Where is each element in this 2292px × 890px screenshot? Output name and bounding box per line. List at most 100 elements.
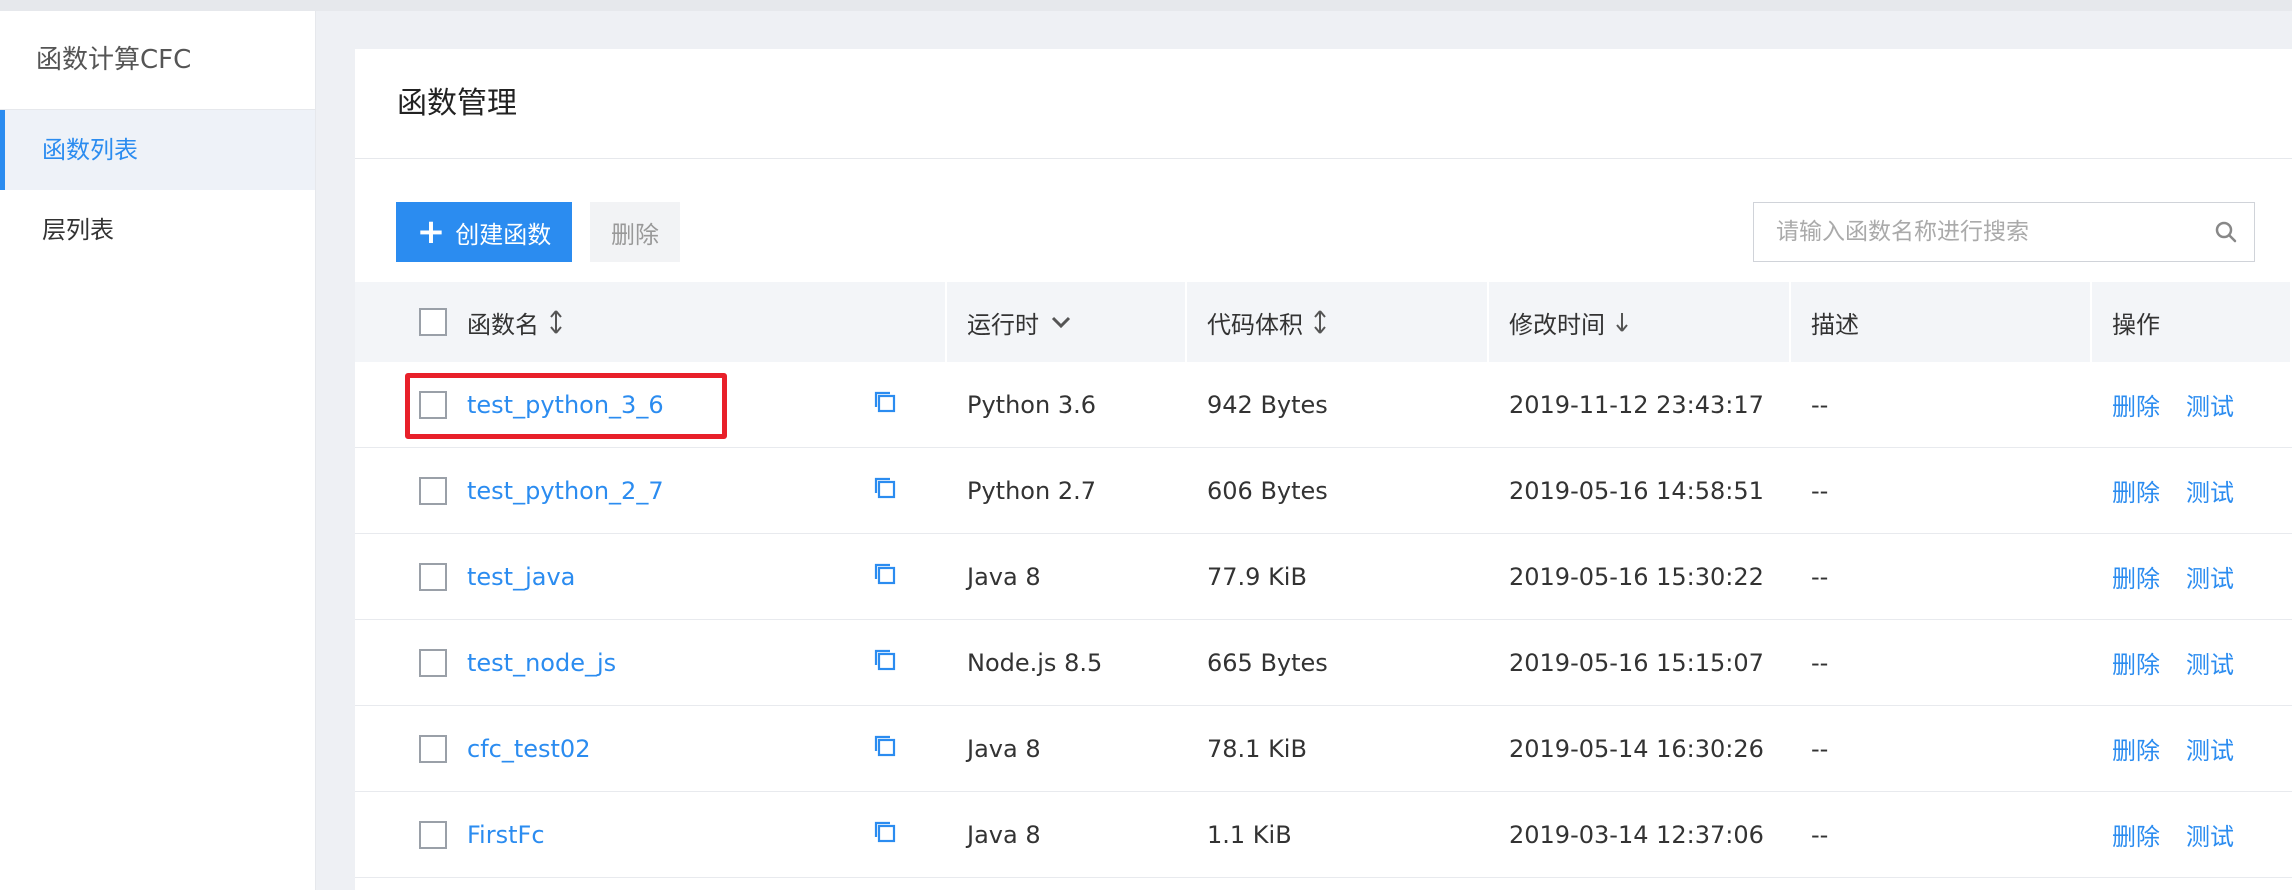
cell-modified: 2019-03-14 12:37:06 xyxy=(1509,820,1764,849)
header-name: 函数名 xyxy=(355,282,947,362)
row-test-link[interactable]: 测试 xyxy=(2186,645,2234,680)
create-function-label: 创建函数 xyxy=(455,220,552,249)
table-row: test_python_3_6 Python 3.6 942 Bytes 201… xyxy=(355,362,2292,448)
function-table: 函数名 运行时 代码体积 修改时间 描述 操作 test_python_3_6 … xyxy=(355,282,2292,878)
cell-desc: -- xyxy=(1811,734,1829,763)
header-modified: 修改时间 xyxy=(1489,282,1791,362)
sort-desc-icon[interactable] xyxy=(1615,309,1629,335)
table-header: 函数名 运行时 代码体积 修改时间 描述 操作 xyxy=(355,282,2292,362)
search-icon[interactable] xyxy=(2198,221,2254,243)
page-title: 函数管理 xyxy=(355,49,2292,159)
cell-name: test_python_3_6 xyxy=(355,362,947,447)
row-checkbox[interactable] xyxy=(419,476,447,505)
row-test-link[interactable]: 测试 xyxy=(2186,817,2234,852)
search-input[interactable] xyxy=(1754,203,2198,261)
copy-icon[interactable] xyxy=(872,389,898,419)
table-row: test_node_js Node.js 8.5 665 Bytes 2019-… xyxy=(355,620,2292,706)
row-delete-link[interactable]: 删除 xyxy=(2112,817,2160,852)
table-body: test_python_3_6 Python 3.6 942 Bytes 201… xyxy=(355,362,2292,878)
cell-name: FirstFc xyxy=(355,792,947,877)
header-name-label: 函数名 xyxy=(467,310,539,339)
sidebar-item-layer-list[interactable]: 层列表 xyxy=(0,190,315,270)
chevron-down-icon[interactable] xyxy=(1049,314,1073,330)
header-size-label: 代码体积 xyxy=(1207,310,1303,339)
cell-size: 77.9 KiB xyxy=(1207,562,1307,591)
cell-size: 942 Bytes xyxy=(1207,390,1328,419)
header-desc: 描述 xyxy=(1791,282,2092,362)
copy-icon[interactable] xyxy=(872,561,898,591)
cell-ops: 删除 测试 xyxy=(2092,706,2292,791)
row-delete-link[interactable]: 删除 xyxy=(2112,731,2160,766)
cell-desc: -- xyxy=(1811,390,1829,419)
table-row: FirstFc Java 8 1.1 KiB 2019-03-14 12:37:… xyxy=(355,792,2292,878)
copy-icon[interactable] xyxy=(872,647,898,677)
copy-icon[interactable] xyxy=(872,733,898,763)
row-test-link[interactable]: 测试 xyxy=(2186,559,2234,594)
cell-modified: 2019-11-12 23:43:17 xyxy=(1509,390,1764,419)
cell-ops: 删除 测试 xyxy=(2092,362,2292,447)
copy-icon[interactable] xyxy=(872,819,898,849)
table-row: cfc_test02 Java 8 78.1 KiB 2019-05-14 16… xyxy=(355,706,2292,792)
cell-runtime: Node.js 8.5 xyxy=(967,648,1103,677)
product-title: 函数计算CFC xyxy=(0,11,315,110)
cell-desc: -- xyxy=(1811,562,1829,591)
row-delete-link[interactable]: 删除 xyxy=(2112,559,2160,594)
function-name-link[interactable]: test_python_2_7 xyxy=(467,477,664,505)
row-checkbox[interactable] xyxy=(419,648,447,677)
plus-icon: + xyxy=(416,212,446,252)
row-checkbox[interactable] xyxy=(419,820,447,849)
delete-button[interactable]: 删除 xyxy=(590,202,680,262)
copy-icon[interactable] xyxy=(872,475,898,505)
table-row: test_python_2_7 Python 2.7 606 Bytes 201… xyxy=(355,448,2292,534)
cell-name: test_node_js xyxy=(355,620,947,705)
create-function-button[interactable]: + 创建函数 xyxy=(396,202,572,262)
row-checkbox[interactable] xyxy=(419,390,447,419)
select-all-checkbox[interactable] xyxy=(419,308,447,336)
row-delete-link[interactable]: 删除 xyxy=(2112,387,2160,422)
function-name-link[interactable]: test_node_js xyxy=(467,649,616,677)
cell-runtime: Java 8 xyxy=(967,562,1041,591)
cell-size: 78.1 KiB xyxy=(1207,734,1307,763)
row-checkbox[interactable] xyxy=(419,562,447,591)
cell-modified: 2019-05-14 16:30:26 xyxy=(1509,734,1764,763)
function-name-link[interactable]: FirstFc xyxy=(467,821,545,849)
header-runtime-label: 运行时 xyxy=(967,310,1039,339)
cell-ops: 删除 测试 xyxy=(2092,792,2292,877)
row-delete-link[interactable]: 删除 xyxy=(2112,645,2160,680)
function-name-link[interactable]: test_java xyxy=(467,563,575,591)
cell-ops: 删除 测试 xyxy=(2092,448,2292,533)
row-test-link[interactable]: 测试 xyxy=(2186,387,2234,422)
function-name-link[interactable]: cfc_test02 xyxy=(467,735,590,763)
header-modified-label: 修改时间 xyxy=(1509,310,1605,339)
header-size: 代码体积 xyxy=(1187,282,1489,362)
row-test-link[interactable]: 测试 xyxy=(2186,731,2234,766)
cell-name: test_java xyxy=(355,534,947,619)
main-panel: 函数管理 + 创建函数 删除 函数名 xyxy=(355,49,2292,890)
cell-ops: 删除 测试 xyxy=(2092,534,2292,619)
cell-name: cfc_test02 xyxy=(355,706,947,791)
sidebar: 函数计算CFC 函数列表 层列表 xyxy=(0,11,316,890)
header-desc-label: 描述 xyxy=(1811,310,1859,339)
cell-desc: -- xyxy=(1811,476,1829,505)
cell-runtime: Java 8 xyxy=(967,820,1041,849)
row-checkbox[interactable] xyxy=(419,734,447,763)
header-ops: 操作 xyxy=(2092,282,2292,362)
sort-icon[interactable] xyxy=(1313,309,1327,335)
header-runtime: 运行时 xyxy=(947,282,1187,362)
sort-icon[interactable] xyxy=(549,309,563,335)
row-delete-link[interactable]: 删除 xyxy=(2112,473,2160,508)
sidebar-item-function-list[interactable]: 函数列表 xyxy=(0,110,315,190)
toolbar: + 创建函数 删除 xyxy=(396,202,2292,264)
cell-name: test_python_2_7 xyxy=(355,448,947,533)
row-test-link[interactable]: 测试 xyxy=(2186,473,2234,508)
function-name-link[interactable]: test_python_3_6 xyxy=(467,391,664,419)
cell-desc: -- xyxy=(1811,648,1829,677)
cell-modified: 2019-05-16 15:15:07 xyxy=(1509,648,1764,677)
top-bar xyxy=(0,0,2292,11)
cell-size: 606 Bytes xyxy=(1207,476,1328,505)
header-ops-label: 操作 xyxy=(2112,310,2160,339)
cell-size: 1.1 KiB xyxy=(1207,820,1292,849)
cell-size: 665 Bytes xyxy=(1207,648,1328,677)
search-box xyxy=(1753,202,2255,262)
cell-modified: 2019-05-16 15:30:22 xyxy=(1509,562,1764,591)
